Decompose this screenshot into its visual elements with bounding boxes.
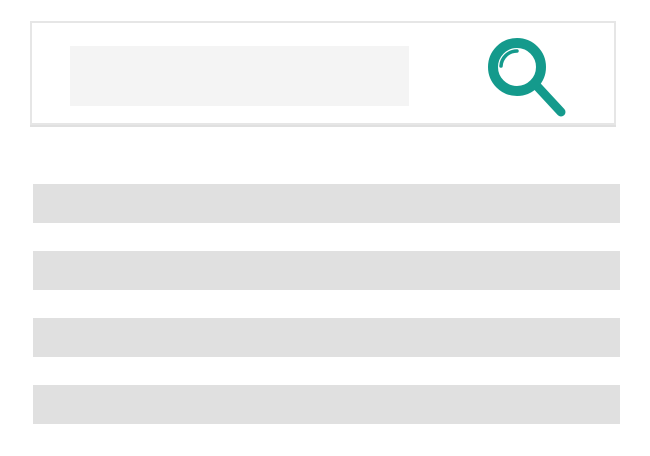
search-bar bbox=[30, 21, 616, 125]
search-input[interactable] bbox=[70, 46, 409, 106]
search-icon bbox=[488, 38, 566, 117]
result-row[interactable] bbox=[33, 385, 620, 424]
page bbox=[0, 0, 650, 456]
result-row[interactable] bbox=[33, 251, 620, 290]
result-row[interactable] bbox=[33, 184, 620, 223]
search-button[interactable] bbox=[481, 33, 573, 121]
result-row[interactable] bbox=[33, 318, 620, 357]
